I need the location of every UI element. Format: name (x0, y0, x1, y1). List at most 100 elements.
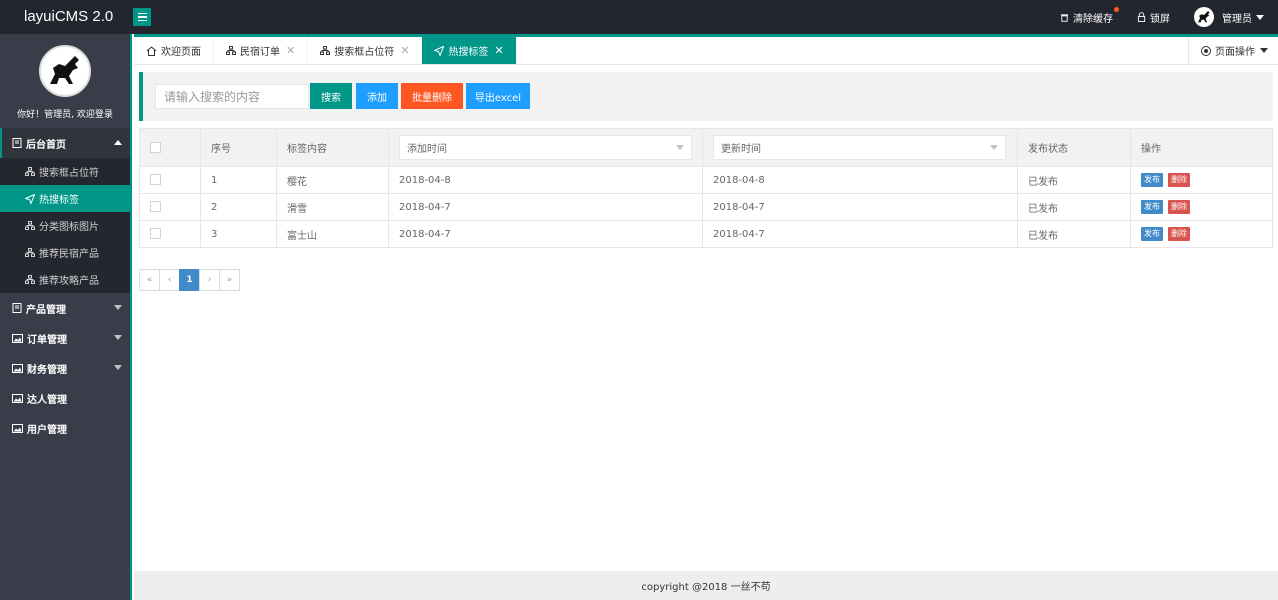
page-operations-label: 页面操作 (1215, 47, 1255, 58)
added-time-select[interactable]: 添加时间 (399, 135, 692, 160)
page-1-button[interactable]: 1 (179, 269, 200, 291)
sidebar-item-dashboard[interactable]: 后台首页 (0, 128, 130, 158)
table-header-row: 序号 标签内容 添加时间 更新时间 发布状态 操作 (139, 128, 1273, 167)
hot-tags-table: 序号 标签内容 添加时间 更新时间 发布状态 操作 1 樱花 2018-04-8… (139, 128, 1273, 248)
next-page-button[interactable]: › (199, 269, 220, 291)
cell-added: 2018-04-7 (388, 220, 703, 248)
tab-homestay-orders[interactable]: 民宿订单 ✕ (214, 37, 309, 64)
delete-button[interactable]: 删除 (1168, 173, 1190, 187)
sidebar-item-search-placeholder[interactable]: 搜索框占位符 (0, 158, 130, 185)
notification-dot (1114, 6, 1119, 12)
doc-icon (12, 138, 22, 148)
sidebar-submenu: 搜索框占位符 热搜标签 分类图标图片 推荐民宿产品 推荐攻略产品 (0, 158, 130, 293)
close-icon[interactable]: ✕ (494, 44, 503, 57)
image-icon (12, 363, 23, 373)
search-input[interactable] (155, 84, 309, 109)
menu-toggle-button[interactable] (133, 8, 151, 26)
sidebar-item-finance[interactable]: 财务管理 (0, 353, 130, 383)
cell-index: 1 (200, 166, 277, 194)
sitemap-icon (25, 221, 35, 230)
app-logo[interactable]: layuiCMS 2.0 (24, 8, 113, 25)
avatar[interactable] (39, 45, 91, 97)
sidebar-item-label: 达人管理 (27, 394, 67, 406)
user-menu[interactable]: 管理员 (1194, 7, 1264, 27)
sidebar-item-category-icons[interactable]: 分类图标图片 (0, 212, 130, 239)
chevron-down-icon (114, 305, 122, 310)
select-all-checkbox[interactable] (150, 141, 161, 153)
lock-screen-button[interactable]: 锁屏 (1137, 10, 1170, 25)
pagination: « ‹ 1 › » (139, 269, 240, 291)
image-icon (12, 393, 23, 403)
user-name: 管理员 (1222, 13, 1252, 25)
sidebar-item-experts[interactable]: 达人管理 (0, 383, 130, 413)
row-checkbox[interactable] (150, 201, 161, 213)
chevron-down-icon (114, 335, 122, 340)
clear-cache-label: 清除缓存 (1073, 13, 1113, 25)
delete-button[interactable]: 删除 (1168, 200, 1190, 214)
chevron-down-icon (676, 145, 684, 150)
chevron-down-icon (1260, 48, 1268, 53)
cell-content: 樱花 (276, 166, 389, 194)
table-row: 2 滑雪 2018-04-7 2018-04-7 已发布 发布 删除 (139, 193, 1273, 221)
cell-content: 滑雪 (276, 193, 389, 221)
sidebar-item-recommend-homestay[interactable]: 推荐民宿产品 (0, 239, 130, 266)
copyright-text: copyright @2018 一丝不苟 (641, 582, 771, 593)
sidebar-item-label: 用户管理 (27, 424, 67, 436)
sidebar-item-label: 后台首页 (26, 139, 66, 151)
add-button[interactable]: 添加 (356, 83, 398, 109)
table-row: 1 樱花 2018-04-8 2018-04-8 已发布 发布 删除 (139, 166, 1273, 194)
first-page-button[interactable]: « (139, 269, 160, 291)
close-icon[interactable]: ✕ (286, 44, 295, 57)
sidebar-user-box: 你好！管理员, 欢迎登录 (0, 34, 130, 126)
sidebar-item-orders[interactable]: 订单管理 (0, 323, 130, 353)
cell-content: 富士山 (276, 220, 389, 248)
sidebar-item-label: 产品管理 (26, 304, 66, 316)
sitemap-icon (25, 248, 35, 257)
page-operations-dropdown[interactable]: 页面操作 (1188, 37, 1278, 64)
tab-welcome[interactable]: 欢迎页面 (134, 37, 214, 64)
sidebar-item-label: 搜索框占位符 (39, 168, 99, 179)
updated-time-select-label: 更新时间 (721, 144, 761, 155)
publish-button[interactable]: 发布 (1141, 173, 1163, 187)
prev-page-button[interactable]: ‹ (159, 269, 180, 291)
last-page-button[interactable]: » (219, 269, 240, 291)
send-icon (25, 193, 35, 204)
column-header-index: 序号 (200, 128, 277, 167)
publish-button[interactable]: 发布 (1141, 227, 1163, 241)
batch-delete-button[interactable]: 批量删除 (401, 83, 463, 109)
lock-icon (1137, 12, 1146, 22)
cell-updated: 2018-04-8 (702, 166, 1018, 194)
top-header: layuiCMS 2.0 清除缓存 锁屏 管理员 (0, 0, 1278, 34)
sidebar-item-recommend-guides[interactable]: 推荐攻略产品 (0, 266, 130, 293)
trash-icon (1060, 13, 1069, 22)
search-button[interactable]: 搜索 (310, 83, 352, 109)
cell-updated: 2018-04-7 (702, 193, 1018, 221)
publish-button[interactable]: 发布 (1141, 200, 1163, 214)
sitemap-icon (25, 275, 35, 284)
sidebar-item-users[interactable]: 用户管理 (0, 413, 130, 443)
tab-bar: 欢迎页面 民宿订单 ✕ 搜索框占位符 ✕ 热搜标签 ✕ 页面操作 (134, 34, 1278, 65)
row-select-cell (139, 193, 201, 221)
row-select-cell (139, 166, 201, 194)
horse-logo-icon (1198, 11, 1210, 23)
column-header-status: 发布状态 (1017, 128, 1131, 167)
row-checkbox[interactable] (150, 174, 161, 186)
sidebar-item-label: 分类图标图片 (39, 222, 99, 233)
cell-added: 2018-04-8 (388, 166, 703, 194)
search-toolbar: 搜索 添加 批量删除 导出excel (139, 72, 1273, 121)
cell-added: 2018-04-7 (388, 193, 703, 221)
header-actions: 清除缓存 锁屏 管理员 (1060, 0, 1278, 34)
horse-logo-icon (50, 56, 79, 84)
sitemap-icon (226, 46, 236, 55)
delete-button[interactable]: 删除 (1168, 227, 1190, 241)
clear-cache-button[interactable]: 清除缓存 (1060, 6, 1119, 25)
updated-time-select[interactable]: 更新时间 (713, 135, 1006, 160)
tab-hot-tags[interactable]: 热搜标签 ✕ (422, 37, 517, 64)
tab-search-placeholder[interactable]: 搜索框占位符 ✕ (308, 37, 423, 64)
close-icon[interactable]: ✕ (400, 44, 409, 57)
sidebar-item-hot-tags[interactable]: 热搜标签 (0, 185, 130, 212)
cell-status: 已发布 (1017, 220, 1131, 248)
row-checkbox[interactable] (150, 228, 161, 240)
sidebar-item-products[interactable]: 产品管理 (0, 293, 130, 323)
export-excel-button[interactable]: 导出excel (466, 83, 530, 109)
